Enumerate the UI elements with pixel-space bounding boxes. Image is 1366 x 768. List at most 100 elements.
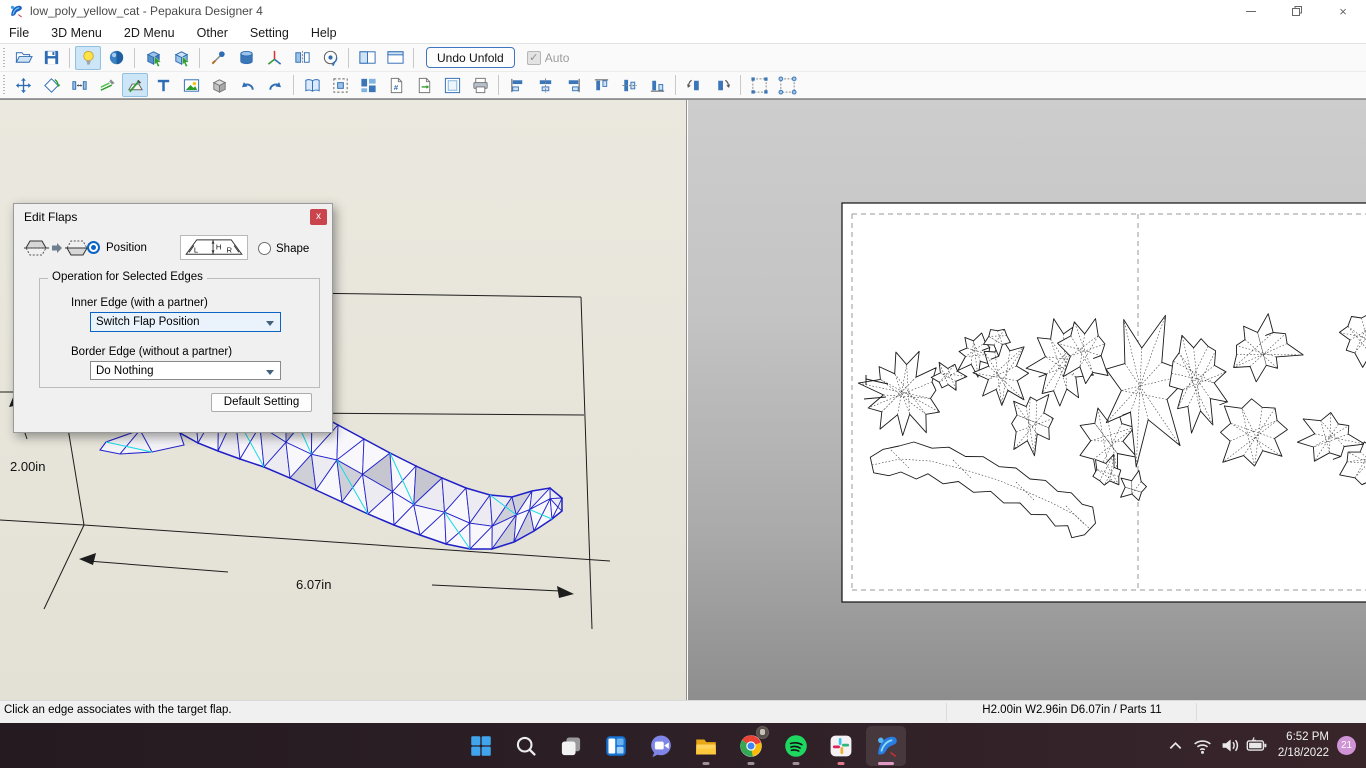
toolbar-separator <box>293 75 294 95</box>
preview-button[interactable] <box>439 73 465 97</box>
select-1-icon <box>144 48 163 67</box>
flap-l-letter: L <box>194 245 198 254</box>
pin-button[interactable] <box>205 46 231 70</box>
menu-other[interactable]: Other <box>186 22 239 44</box>
battery-icon[interactable] <box>1245 734 1268 757</box>
move-button[interactable] <box>10 73 36 97</box>
viewport-2d[interactable] <box>688 100 1366 701</box>
taskbar-clock[interactable]: 6:52 PM 2/18/2022 <box>1278 730 1329 761</box>
menu-help[interactable]: Help <box>300 22 348 44</box>
close-icon: × <box>1339 4 1347 19</box>
rotate-button[interactable] <box>38 73 64 97</box>
clock-time: 6:52 PM <box>1278 730 1329 746</box>
undo-icon <box>238 76 257 95</box>
restore-button[interactable] <box>1274 0 1320 22</box>
two-pane-button[interactable] <box>354 46 380 70</box>
print-icon <box>471 76 490 95</box>
taskbar-spotify-button[interactable] <box>776 726 816 766</box>
select-2-button[interactable] <box>168 46 194 70</box>
marquee-button[interactable] <box>327 73 353 97</box>
align-t-button[interactable] <box>588 73 614 97</box>
mirror-button[interactable] <box>289 46 315 70</box>
axes-icon <box>265 48 284 67</box>
menu-2d-menu[interactable]: 2D Menu <box>113 22 186 44</box>
menu-setting[interactable]: Setting <box>239 22 300 44</box>
group-button[interactable] <box>746 73 772 97</box>
menu-3d-menu[interactable]: 3D Menu <box>40 22 113 44</box>
status-bar: Click an edge associates with the target… <box>0 700 1366 723</box>
taskbar-slack-button[interactable] <box>821 726 861 766</box>
border-edge-dropdown[interactable]: Do Nothing <box>90 361 281 380</box>
toolbar-gripper[interactable] <box>2 48 7 68</box>
notification-badge[interactable]: 21 <box>1337 736 1356 755</box>
save-button[interactable] <box>38 46 64 70</box>
dialog-close-button[interactable]: x <box>310 209 327 225</box>
axes-button[interactable] <box>261 46 287 70</box>
rot-cw-icon <box>713 76 732 95</box>
undo-button[interactable] <box>234 73 260 97</box>
border-edge-label: Border Edge (without a partner) <box>71 346 232 358</box>
book-button[interactable] <box>299 73 325 97</box>
draw-line-button[interactable] <box>94 73 120 97</box>
page-arrow-button[interactable] <box>411 73 437 97</box>
position-radio[interactable] <box>87 241 100 254</box>
page-num-button[interactable]: # <box>383 73 409 97</box>
widgets-icon <box>603 733 629 759</box>
ungroup-button[interactable] <box>774 73 800 97</box>
align-l-button[interactable] <box>504 73 530 97</box>
print-button[interactable] <box>467 73 493 97</box>
select-1-button[interactable] <box>140 46 166 70</box>
light-button[interactable] <box>75 46 101 70</box>
taskbar-pepakura-button[interactable] <box>866 726 906 766</box>
taskbar-video-chat-button[interactable] <box>641 726 681 766</box>
main-area: 2.00in 6.07in 2.96in Edit Flaps x <box>0 99 1366 700</box>
auto-checkbox[interactable]: ✓ <box>527 51 541 65</box>
taskbar-task-view-button[interactable] <box>551 726 591 766</box>
folder-open-button[interactable] <box>10 46 36 70</box>
shape-radio[interactable] <box>258 242 271 255</box>
cube3d-button[interactable] <box>206 73 232 97</box>
align-r-button[interactable] <box>560 73 586 97</box>
inner-edge-value: Switch Flap Position <box>96 316 200 328</box>
align-c-button[interactable] <box>532 73 558 97</box>
chevron-up-icon[interactable] <box>1164 734 1187 757</box>
pin-icon <box>209 48 228 67</box>
layout-icon <box>359 76 378 95</box>
undo-unfold-button[interactable]: Undo Unfold <box>426 47 515 68</box>
orbit-button[interactable] <box>317 46 343 70</box>
taskbar-file-explorer-button[interactable] <box>686 726 726 766</box>
rot-ccw-button[interactable] <box>681 73 707 97</box>
running-indicator <box>747 762 754 765</box>
align-m-button[interactable] <box>616 73 642 97</box>
taskbar-chrome-button[interactable] <box>731 726 771 766</box>
image-button[interactable] <box>178 73 204 97</box>
auto-checkbox-label: Auto <box>545 51 570 65</box>
cube3d-icon <box>210 76 229 95</box>
redo-button[interactable] <box>262 73 288 97</box>
render-button[interactable] <box>103 46 129 70</box>
cylinder-button[interactable] <box>233 46 259 70</box>
flap-tool-button[interactable] <box>122 73 148 97</box>
toolbar-2d: # <box>0 72 1366 99</box>
one-pane-button[interactable] <box>382 46 408 70</box>
menu-bar: File3D Menu2D MenuOtherSettingHelp <box>0 22 1366 44</box>
close-button[interactable]: × <box>1320 0 1366 22</box>
taskbar-start-button[interactable] <box>461 726 501 766</box>
layout-button[interactable] <box>355 73 381 97</box>
taskbar-search-button[interactable] <box>506 726 546 766</box>
align-b-button[interactable] <box>644 73 670 97</box>
volume-icon[interactable] <box>1218 734 1241 757</box>
menu-file[interactable]: File <box>0 22 40 44</box>
minimize-button[interactable] <box>1228 0 1274 22</box>
default-setting-button[interactable]: Default Setting <box>211 393 312 412</box>
toolbar-gripper[interactable] <box>2 75 7 95</box>
wifi-icon[interactable] <box>1191 734 1214 757</box>
text-button[interactable] <box>150 73 176 97</box>
inner-edge-dropdown[interactable]: Switch Flap Position <box>90 312 281 332</box>
rot-cw-button[interactable] <box>709 73 735 97</box>
pattern-page-canvas[interactable] <box>688 100 1366 701</box>
taskbar-widgets-button[interactable] <box>596 726 636 766</box>
chrome-profile-overlay-icon <box>756 726 769 739</box>
restore-icon <box>1291 5 1303 17</box>
spread-button[interactable] <box>66 73 92 97</box>
